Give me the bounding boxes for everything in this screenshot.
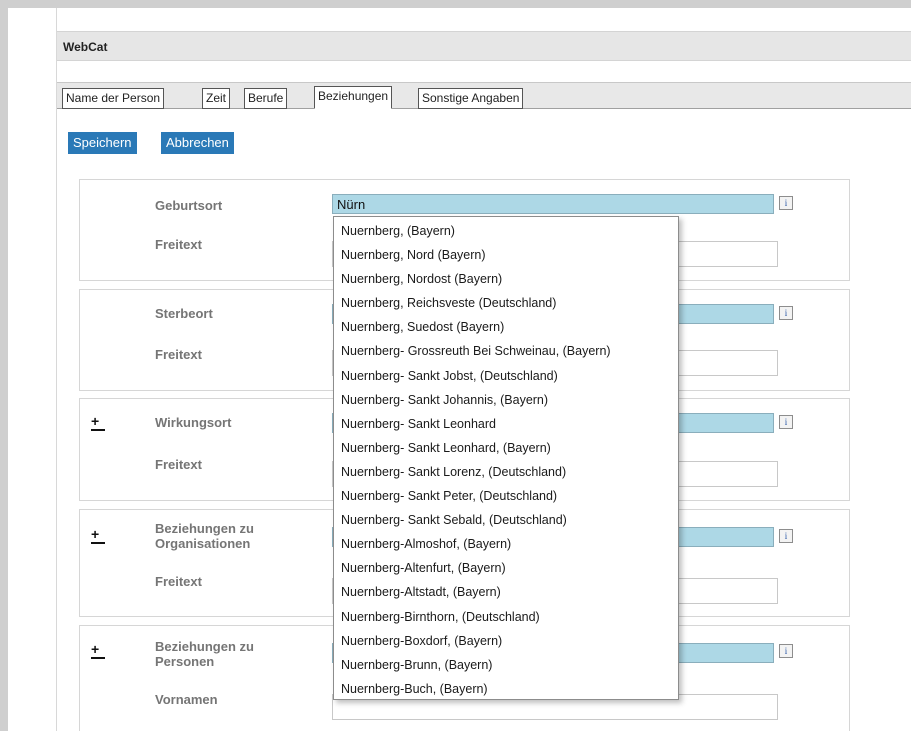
autocomplete-option[interactable]: Nuernberg- Sankt Lorenz, (Deutschland) [334, 460, 678, 484]
personen-info-icon[interactable]: i [779, 644, 793, 658]
cancel-button[interactable]: Abbrechen [161, 132, 234, 154]
autocomplete-option[interactable]: Nuernberg, Nordost (Bayern) [334, 267, 678, 291]
personen-label-line2: Personen [155, 654, 215, 669]
autocomplete-option[interactable]: Nuernberg- Sankt Leonhard, (Bayern) [334, 436, 678, 460]
wirkungsort-info-icon[interactable]: i [779, 415, 793, 429]
geburtsort-info-icon[interactable]: i [779, 196, 793, 210]
tab-sonstige-angaben[interactable]: Sonstige Angaben [418, 88, 524, 109]
wirkungsort-expand-icon[interactable]: + [91, 414, 105, 431]
autocomplete-option[interactable]: Nuernberg- Sankt Peter, (Deutschland) [334, 484, 678, 508]
save-button[interactable]: Speichern [68, 132, 137, 154]
organisationen-info-icon[interactable]: i [779, 529, 793, 543]
sterbeort-info-icon[interactable]: i [779, 306, 793, 320]
autocomplete-option[interactable]: Nuernberg-Buch, (Bayern) [334, 677, 678, 701]
autocomplete-option[interactable]: Nuernberg- Sankt Sebald, (Deutschland) [334, 508, 678, 532]
window-border-top [0, 0, 911, 8]
autocomplete-option[interactable]: Nuernberg-Birnthorn, (Deutschland) [334, 605, 678, 629]
autocomplete-option[interactable]: Nuernberg, Nord (Bayern) [334, 243, 678, 267]
organisationen-label-line2: Organisationen [155, 536, 251, 551]
tab-name-der-person[interactable]: Name der Person [62, 88, 165, 109]
autocomplete-option[interactable]: Nuernberg-Brunn, (Bayern) [334, 653, 678, 677]
wirkungsort-expand-glyph: + [91, 413, 100, 429]
autocomplete-option[interactable]: Nuernberg, Suedost (Bayern) [334, 315, 678, 339]
autocomplete-option[interactable]: Nuernberg-Altenfurt, (Bayern) [334, 556, 678, 580]
organisationen-expand-icon[interactable]: + [91, 527, 105, 544]
sterbeort-freitext-label: Freitext [155, 347, 202, 362]
autocomplete-dropdown[interactable]: Nuernberg, (Bayern) Nuernberg, Nord (Baye… [333, 216, 679, 700]
geburtsort-freitext-label: Freitext [155, 237, 202, 252]
tab-zeit[interactable]: Zeit [202, 88, 231, 109]
tab-berufe[interactable]: Berufe [244, 88, 288, 109]
autocomplete-option[interactable]: Nuernberg, (Bayern) [334, 219, 678, 243]
sterbeort-label: Sterbeort [155, 306, 213, 321]
autocomplete-option[interactable]: Nuernberg- Sankt Jobst, (Deutschland) [334, 364, 678, 388]
organisationen-freitext-label: Freitext [155, 574, 202, 589]
personen-expand-line [91, 657, 105, 659]
organisationen-label: Beziehungen zu Organisationen [155, 521, 254, 551]
wirkungsort-expand-line [91, 429, 105, 431]
autocomplete-option[interactable]: Nuernberg-Boxdorf, (Bayern) [334, 629, 678, 653]
organisationen-expand-glyph: + [91, 526, 100, 542]
wirkungsort-freitext-label: Freitext [155, 457, 202, 472]
wirkungsort-label: Wirkungsort [155, 415, 232, 430]
personen-label-line1: Beziehungen zu [155, 639, 254, 654]
app-title: WebCat [63, 40, 108, 54]
content-divider [56, 8, 57, 731]
autocomplete-option[interactable]: Nuernberg-Altstadt, (Bayern) [334, 580, 678, 604]
tab-bar: Name der Person Zeit Berufe Beziehungen … [57, 82, 911, 109]
personen-label: Beziehungen zu Personen [155, 639, 254, 669]
autocomplete-option[interactable]: Nuernberg- Grossreuth Bei Schweinau, (Ba… [334, 339, 678, 363]
app-titlebar: WebCat [57, 31, 911, 61]
vornamen-label: Vornamen [155, 692, 218, 707]
autocomplete-option[interactable]: Nuernberg- Sankt Leonhard [334, 412, 678, 436]
personen-expand-icon[interactable]: + [91, 642, 105, 659]
window-border-left [0, 0, 8, 731]
autocomplete-option[interactable]: Nuernberg, Reichsveste (Deutschland) [334, 291, 678, 315]
geburtsort-input[interactable] [332, 194, 774, 214]
autocomplete-option[interactable]: Nuernberg-Almoshof, (Bayern) [334, 532, 678, 556]
geburtsort-label: Geburtsort [155, 198, 223, 213]
organisationen-label-line1: Beziehungen zu [155, 521, 254, 536]
organisationen-expand-line [91, 542, 105, 544]
autocomplete-option[interactable]: Nuernberg- Sankt Johannis, (Bayern) [334, 388, 678, 412]
tab-beziehungen[interactable]: Beziehungen [314, 86, 393, 109]
personen-expand-glyph: + [91, 641, 100, 657]
